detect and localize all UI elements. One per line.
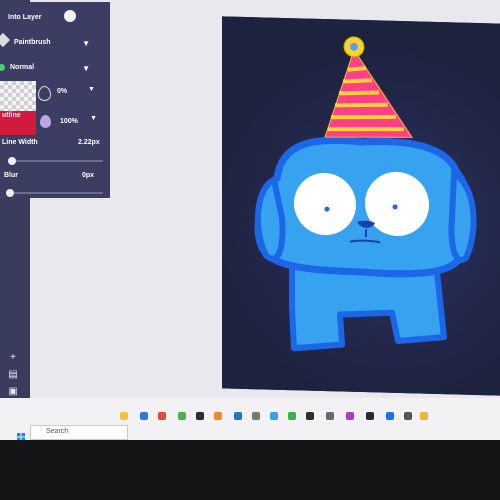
fill-opacity-value[interactable]: 0% — [57, 88, 67, 95]
paintbrush-icon — [0, 32, 11, 48]
taskbar-app-icon[interactable] — [234, 412, 242, 420]
taskbar-app-icon[interactable] — [420, 412, 428, 420]
creature-drawing — [254, 36, 477, 352]
windows-start-icon[interactable] — [17, 428, 25, 440]
tool-label: Paintbrush — [14, 39, 51, 46]
line-width-value: 2.22px — [78, 139, 100, 146]
taskbar-app-icon[interactable] — [158, 412, 166, 420]
taskbar-search-input[interactable]: Search — [30, 425, 128, 440]
line-width-slider-knob[interactable] — [8, 157, 16, 165]
outline-label: utline — [2, 112, 21, 119]
blur-label: Blur — [4, 172, 18, 179]
taskbar-app-icon[interactable] — [326, 412, 334, 420]
image-icon[interactable]: ▣ — [6, 387, 20, 397]
taskbar-app-icon[interactable] — [366, 412, 374, 420]
taskbar-app-icon[interactable] — [346, 412, 354, 420]
taskbar-app-icon[interactable] — [214, 412, 222, 420]
into-layer-label: Into Layer — [8, 14, 42, 21]
line-width-slider[interactable] — [8, 160, 103, 162]
taskbar-app-icon[interactable] — [178, 412, 186, 420]
dropdown-caret-icon: ▼ — [82, 64, 90, 73]
taskbar-app-icon[interactable] — [196, 412, 204, 420]
fill-color-swatch[interactable] — [0, 81, 36, 111]
blur-value: 0px — [82, 172, 95, 179]
taskbar-app-icon[interactable] — [386, 412, 394, 420]
dropdown-caret-icon: ▼ — [82, 39, 90, 48]
dropdown-caret-icon[interactable]: ▼ — [88, 86, 95, 93]
blend-mode-label: Normal — [10, 64, 35, 71]
taskbar-app-icon[interactable] — [288, 412, 296, 420]
outline-opacity-value[interactable]: 100% — [60, 118, 78, 125]
outline-color-swatch[interactable]: utline — [0, 111, 36, 135]
taskbar-app-icon[interactable] — [306, 412, 314, 420]
taskbar-app-icon[interactable] — [252, 412, 260, 420]
dropdown-caret-icon[interactable]: ▼ — [90, 115, 97, 122]
taskbar-app-icon[interactable] — [270, 412, 278, 420]
drawing-canvas[interactable] — [222, 16, 500, 396]
brush-settings-panel: Into Layer Paintbrush ▼ Normal ▼ 0% ▼ ut… — [0, 2, 110, 198]
blur-slider[interactable] — [8, 192, 103, 194]
taskbar-search-placeholder: Search — [46, 428, 69, 435]
monitor-bezel — [0, 440, 500, 500]
add-icon[interactable]: + — [6, 353, 20, 363]
app-screen: + ▤ ▣ ⚙ ? Into Layer Paintbrush ▼ Normal… — [0, 0, 500, 440]
blend-mode-icon — [0, 64, 5, 71]
folder-icon[interactable]: ▤ — [6, 370, 20, 380]
opacity-drop-icon — [38, 86, 51, 101]
blur-slider-knob[interactable] — [6, 189, 14, 197]
taskbar-app-icon[interactable] — [120, 412, 128, 420]
taskbar-app-icon[interactable] — [404, 412, 412, 420]
line-width-label: Line Width — [2, 139, 38, 146]
taskbar-app-icon[interactable] — [140, 412, 148, 420]
opacity-drop-icon — [40, 115, 51, 128]
into-layer-toggle[interactable] — [64, 10, 76, 22]
